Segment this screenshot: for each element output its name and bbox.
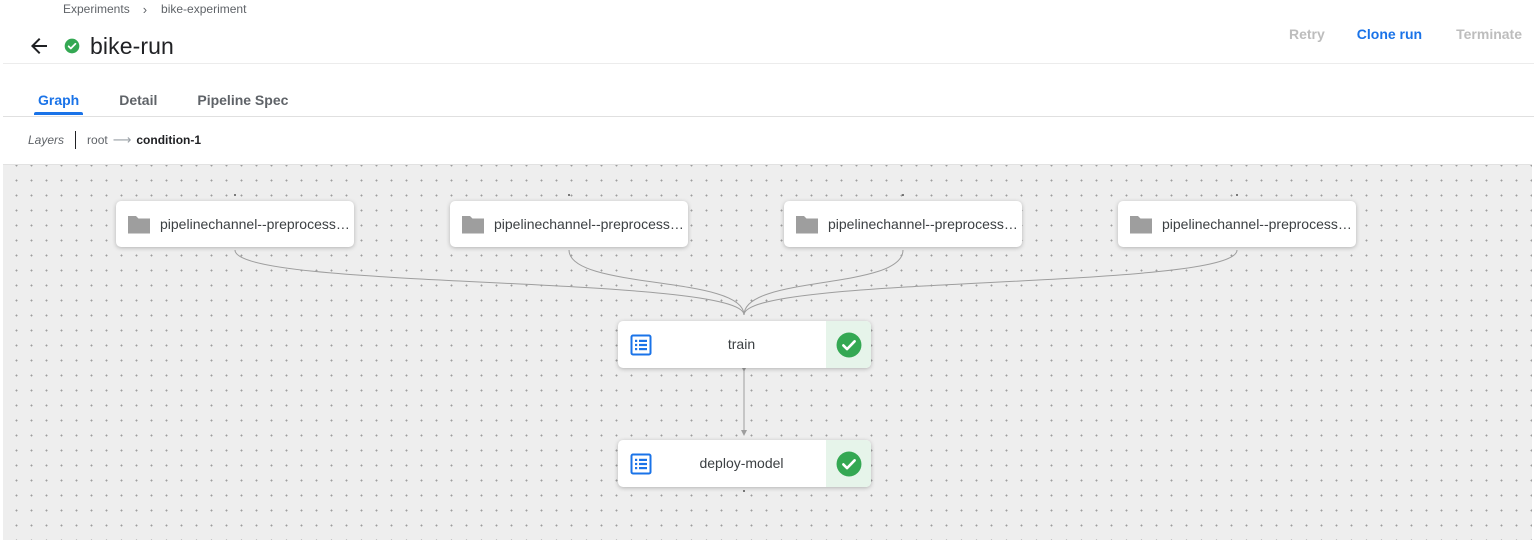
node-label: pipelinechannel--preprocess-... (1162, 216, 1354, 232)
task-node-deploy-model[interactable]: deploy-model (618, 440, 871, 487)
breadcrumb-experiments-link[interactable]: Experiments (63, 2, 130, 16)
title-row: bike-run (27, 30, 174, 62)
header-divider (3, 63, 1534, 64)
check-circle-icon (836, 451, 861, 476)
retry-button[interactable]: Retry (1289, 26, 1325, 42)
tab-detail[interactable]: Detail (110, 84, 166, 115)
back-arrow-icon[interactable] (27, 34, 51, 58)
layers-label: Layers (28, 133, 65, 147)
pipeline-channel-node[interactable]: pipelinechannel--preprocess-... (784, 201, 1022, 247)
folder-icon (462, 216, 484, 234)
tab-bar: Graph Detail Pipeline Spec (29, 84, 319, 115)
folder-icon (796, 216, 818, 234)
layer-arrow-icon: ⟶ (112, 132, 132, 147)
breadcrumb-experiment-link[interactable]: bike-experiment (161, 2, 246, 16)
pipeline-channel-node[interactable]: pipelinechannel--preprocess-... (116, 201, 354, 247)
layers-breadcrumb: Layers root ⟶ condition-1 (28, 131, 201, 149)
layer-current: condition-1 (136, 133, 202, 147)
breadcrumb: Experiments › bike-experiment (63, 1, 246, 17)
folder-icon (128, 216, 150, 234)
node-label: pipelinechannel--preprocess-... (828, 216, 1020, 232)
edge-channel-3-train (743, 249, 904, 316)
pipeline-channel-node[interactable]: pipelinechannel--preprocess-... (1118, 201, 1356, 247)
tab-pipeline-spec[interactable]: Pipeline Spec (188, 84, 297, 115)
node-label: pipelinechannel--preprocess-... (494, 216, 686, 232)
node-label: pipelinechannel--preprocess-... (160, 216, 352, 232)
edge-channel-1-train (234, 249, 745, 316)
terminate-button[interactable]: Terminate (1456, 26, 1522, 42)
tabs-divider (3, 116, 1534, 117)
graph-canvas[interactable]: pipelinechannel--preprocess-... pipeline… (3, 164, 1532, 540)
breadcrumb-separator: › (142, 1, 148, 17)
run-actions: Retry Clone run Terminate (1289, 26, 1522, 42)
task-node-train[interactable]: train (618, 321, 871, 368)
task-list-icon (630, 334, 652, 356)
edge-channel-2-train (568, 249, 745, 316)
node-label: train (727, 336, 756, 352)
node-status (826, 440, 871, 487)
page-title: bike-run (90, 32, 174, 59)
clone-run-button[interactable]: Clone run (1357, 26, 1422, 42)
folder-icon (1130, 216, 1152, 234)
layer-root-link[interactable]: root (87, 133, 108, 147)
task-list-icon (630, 453, 652, 475)
check-circle-icon (836, 332, 861, 357)
tab-graph[interactable]: Graph (29, 84, 88, 115)
check-circle-icon (64, 38, 80, 54)
node-status (826, 321, 871, 368)
node-label: deploy-model (699, 455, 784, 471)
layers-divider (75, 131, 77, 149)
pipeline-channel-node[interactable]: pipelinechannel--preprocess-... (450, 201, 688, 247)
edge-channel-4-train (743, 249, 1238, 316)
